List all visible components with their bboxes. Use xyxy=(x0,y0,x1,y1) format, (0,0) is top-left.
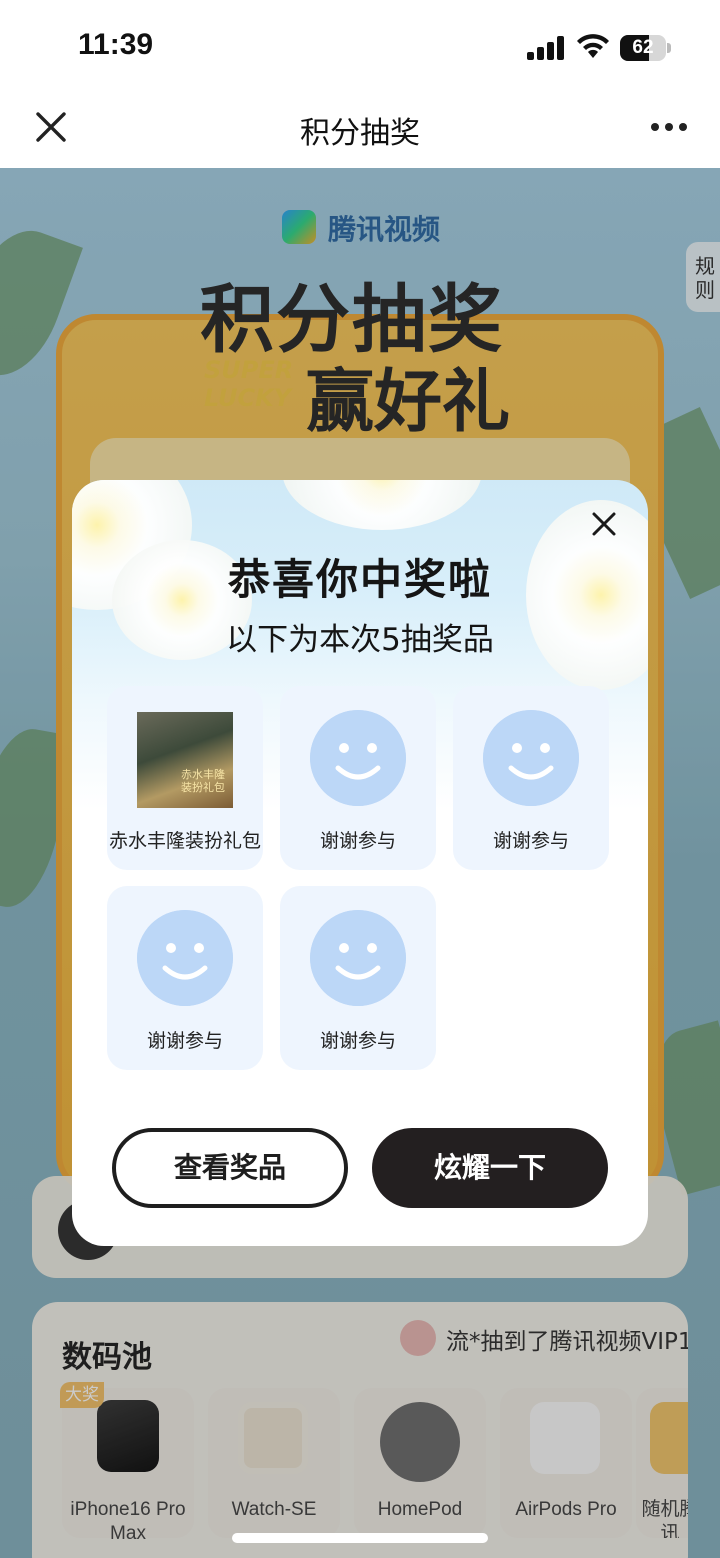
prize-card[interactable]: 赤水丰隆装扮礼包 赤水丰隆装扮礼包 xyxy=(107,686,263,870)
prize-label: 谢谢参与 xyxy=(319,1030,396,1052)
dialog-subheading: 以下为本次5抽奖品 xyxy=(226,622,494,658)
prize-card[interactable]: 谢谢参与 xyxy=(280,886,436,1070)
smile-icon xyxy=(483,710,579,806)
battery-icon: 62 xyxy=(620,35,672,61)
share-button[interactable]: 炫耀一下 xyxy=(372,1128,608,1208)
prize-label: 谢谢参与 xyxy=(146,1030,223,1052)
status-time: 11:39 xyxy=(78,28,154,61)
close-dialog-icon[interactable] xyxy=(590,510,618,538)
gift-pack-image: 赤水丰隆装扮礼包 xyxy=(137,712,233,808)
prize-label: 谢谢参与 xyxy=(492,830,569,852)
signal-icon xyxy=(527,36,564,60)
prize-card[interactable]: 谢谢参与 xyxy=(107,886,263,1070)
prize-card[interactable]: 谢谢参与 xyxy=(453,686,609,870)
prize-card[interactable]: 谢谢参与 xyxy=(280,686,436,870)
view-prizes-button[interactable]: 查看奖品 xyxy=(112,1128,348,1208)
prize-result-dialog: 恭喜你中奖啦 以下为本次5抽奖品 赤水丰隆装扮礼包 赤水丰隆装扮礼包 谢谢参与 … xyxy=(72,480,648,1246)
nav-bar: 积分抽奖 xyxy=(0,96,720,168)
prize-label: 赤水丰隆装扮礼包 xyxy=(108,830,261,852)
dialog-heading: 恭喜你中奖啦 xyxy=(227,555,492,604)
prize-label: 谢谢参与 xyxy=(319,830,396,852)
battery-percent: 62 xyxy=(632,37,654,58)
flower-decoration xyxy=(282,480,482,530)
page-title: 积分抽奖 xyxy=(300,116,420,151)
home-indicator[interactable] xyxy=(232,1533,488,1543)
status-bar: 11:39 62 xyxy=(0,0,720,96)
smile-icon xyxy=(310,910,406,1006)
smile-icon xyxy=(310,710,406,806)
wifi-icon xyxy=(577,34,609,58)
more-icon[interactable] xyxy=(650,122,688,132)
smile-icon xyxy=(137,910,233,1006)
